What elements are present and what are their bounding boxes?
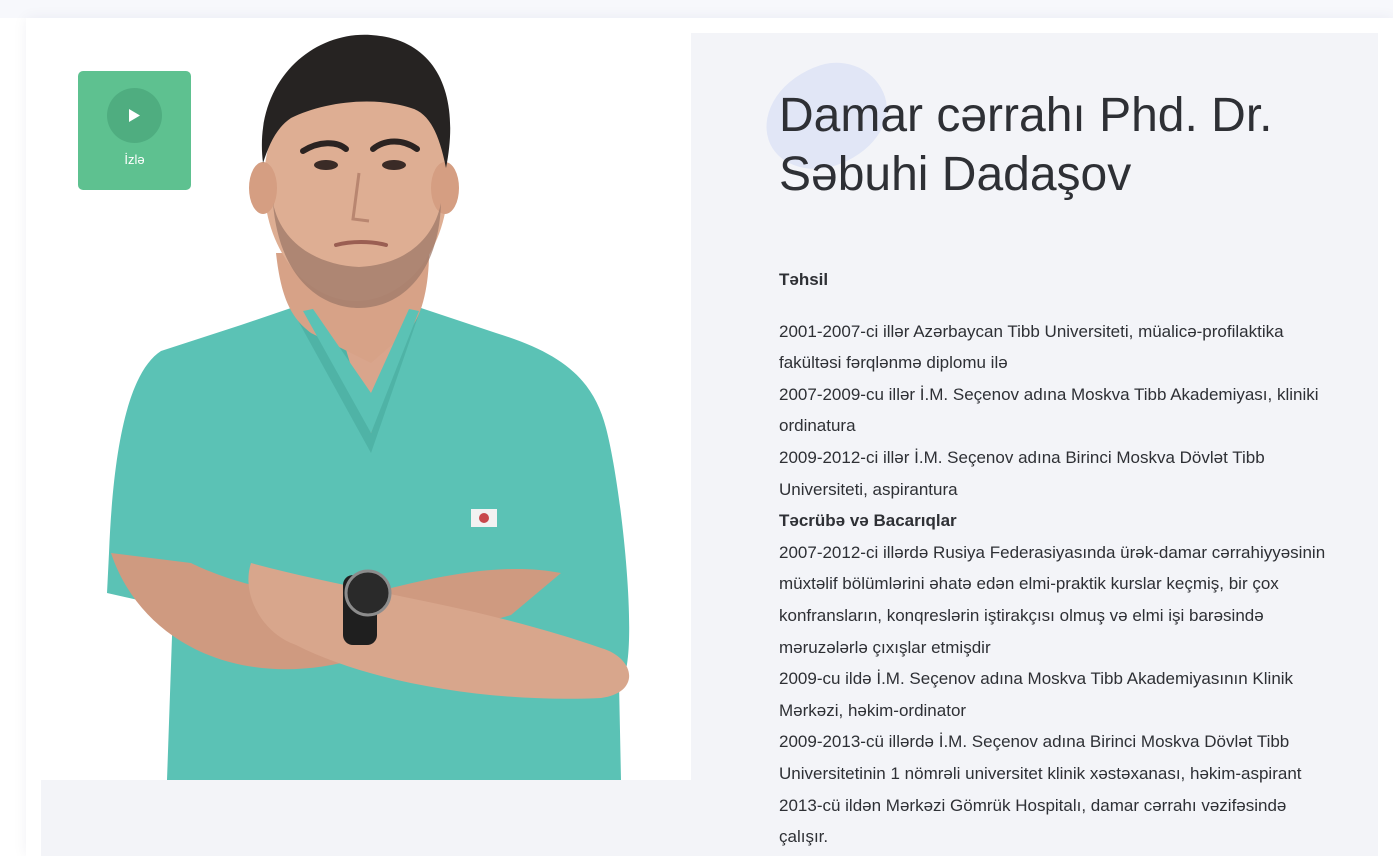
experience-item: 2007-2012-ci illərdə Rusiya Federasiyası… [779, 542, 1326, 657]
page-top-strip [0, 0, 1393, 18]
education-item: 2009-2012-ci illər İ.M. Seçenov adına Bi… [779, 447, 1265, 499]
education-item: 2007-2009-cu illər İ.M. Seçenov adına Mo… [779, 384, 1319, 436]
experience-item: 2009-cu ildə İ.M. Seçenov adına Moskva T… [779, 669, 1294, 720]
education-item: 2001-2007-ci illər Azərbaycan Tibb Unive… [779, 321, 1284, 373]
watch-video-button[interactable]: İzlə [78, 71, 191, 190]
experience-heading: Təcrübə və Bacarıqlar [779, 511, 957, 531]
play-icon [129, 109, 140, 122]
doctor-bio: Təhsil 2001-2007-ci illər Azərbaycan Tib… [779, 264, 1339, 853]
education-heading: Təhsil [779, 270, 829, 289]
watch-video-label: İzlə [124, 152, 145, 167]
doctor-name-title: Damar cərrahı Phd. Dr. Səbuhi Dadaşov [779, 89, 1273, 201]
experience-item: 2013-cü ildən Mərkəzi Gömrük Hospitalı, … [779, 795, 1287, 847]
play-button-circle[interactable] [107, 88, 162, 143]
experience-item: 2009-2013-cü illərdə İ.M. Seçenov adına … [779, 732, 1302, 783]
photo-footer-band [41, 780, 691, 856]
